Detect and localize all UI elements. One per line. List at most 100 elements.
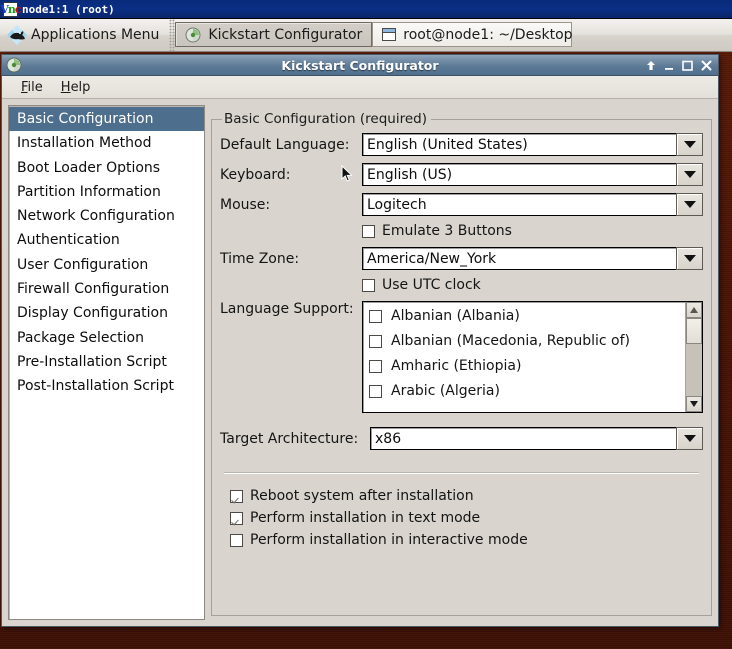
language-support-scrollbar[interactable]: [685, 302, 702, 412]
scroll-down-button[interactable]: [686, 396, 702, 412]
vnc-logo-letter-n: n: [7, 2, 16, 16]
time-zone-row: Time Zone: America/New_York: [220, 247, 703, 270]
mouse-dropdown-button[interactable]: [676, 193, 703, 216]
sidebar-item-label: Post-Installation Script: [17, 378, 174, 395]
target-architecture-label: Target Architecture:: [220, 430, 359, 447]
sidebar-item-display-configuration[interactable]: Display Configuration: [9, 301, 204, 325]
sidebar-item-post-installation-script[interactable]: Post-Installation Script: [9, 374, 204, 398]
group-title: Basic Configuration (required): [224, 111, 427, 127]
scrollbar-thumb[interactable]: [686, 318, 702, 344]
taskbar-item-kickstart-configurator[interactable]: Kickstart Configurator: [175, 22, 373, 47]
interactive-mode-installation-checkbox[interactable]: [230, 533, 243, 547]
menu-help[interactable]: Help: [52, 78, 100, 97]
window-titlebar[interactable]: Kickstart Configurator: [2, 55, 718, 76]
chevron-down-icon: [683, 141, 696, 148]
vnc-titlebar: Vnc node1:1 (root): [0, 0, 732, 19]
window-maximize-icon[interactable]: [682, 60, 693, 71]
basic-configuration-group: Basic Configuration (required) Default L…: [211, 111, 712, 616]
applications-menu-label: Applications Menu: [31, 27, 160, 43]
emulate-3-buttons-row[interactable]: Emulate 3 Buttons: [362, 223, 703, 239]
terminal-icon: [382, 28, 397, 41]
time-zone-value[interactable]: America/New_York: [362, 247, 676, 270]
keyboard-combo[interactable]: English (US): [362, 163, 703, 186]
interactive-mode-installation-row[interactable]: Perform installation in interactive mode: [230, 532, 703, 548]
scroll-up-button[interactable]: [686, 302, 702, 318]
use-utc-clock-checkbox[interactable]: [362, 278, 375, 292]
sidebar-item-label: Authentication: [17, 232, 120, 249]
keyboard-dropdown-button[interactable]: [676, 163, 703, 186]
default-language-dropdown-button[interactable]: [676, 133, 703, 156]
sidebar-item-label: Package Selection: [17, 329, 144, 346]
triangle-up-icon: [690, 307, 698, 313]
taskbar-item-label: root@node1: ~/Desktop: [403, 26, 573, 43]
language-checkbox[interactable]: [369, 384, 382, 398]
target-architecture-combo[interactable]: x86: [370, 427, 703, 450]
sidebar-item-network-configuration[interactable]: Network Configuration: [9, 204, 204, 228]
window-close-icon[interactable]: [701, 60, 712, 71]
menubar: File Help: [2, 76, 718, 99]
text-mode-installation-checkbox[interactable]: [230, 511, 243, 525]
window-body: Basic Configuration Installation Method …: [2, 99, 718, 626]
sidebar-item-installation-method[interactable]: Installation Method: [9, 131, 204, 155]
sidebar-item-package-selection[interactable]: Package Selection: [9, 326, 204, 350]
sidebar-item-authentication[interactable]: Authentication: [9, 228, 204, 252]
mouse-combo[interactable]: Logitech: [362, 193, 703, 216]
menu-file[interactable]: File: [12, 78, 52, 97]
keyboard-value[interactable]: English (US): [362, 163, 676, 186]
sidebar-item-boot-loader-options[interactable]: Boot Loader Options: [9, 156, 204, 180]
language-checkbox[interactable]: [369, 359, 382, 373]
reboot-after-installation-row[interactable]: Reboot system after installation: [230, 488, 703, 504]
xfce-mouse-icon: [6, 24, 28, 46]
sidebar-item-label: Boot Loader Options: [17, 159, 161, 176]
sidebar-item-partition-information[interactable]: Partition Information: [9, 180, 204, 204]
default-language-label: Default Language:: [220, 136, 350, 153]
text-mode-installation-row[interactable]: Perform installation in text mode: [230, 510, 703, 526]
list-item[interactable]: Albanian (Macedonia, Republic of): [369, 333, 685, 349]
mouse-value[interactable]: Logitech: [362, 193, 676, 216]
list-item[interactable]: Albanian (Albania): [369, 308, 685, 324]
interactive-mode-installation-label: Perform installation in interactive mode: [250, 532, 528, 548]
applications-menu-button[interactable]: Applications Menu: [0, 19, 169, 51]
triangle-down-icon: [690, 401, 698, 407]
emulate-3-buttons-checkbox[interactable]: [362, 224, 375, 238]
mouse-row: Mouse: Logitech: [220, 193, 703, 216]
sidebar-item-label: User Configuration: [17, 256, 149, 273]
list-item[interactable]: Arabic (Algeria): [369, 383, 685, 399]
language-support-listbox[interactable]: Albanian (Albania) Albanian (Macedonia, …: [362, 301, 703, 413]
target-architecture-dropdown-button[interactable]: [676, 427, 703, 450]
default-language-combo[interactable]: English (United States): [362, 133, 703, 156]
language-checkbox[interactable]: [369, 309, 382, 323]
sidebar-item-user-configuration[interactable]: User Configuration: [9, 253, 204, 277]
language-checkbox[interactable]: [369, 334, 382, 348]
scrollbar-track[interactable]: [686, 344, 702, 396]
vnc-logo-icon: Vnc: [0, 1, 22, 17]
time-zone-dropdown-button[interactable]: [676, 247, 703, 270]
target-architecture-value[interactable]: x86: [370, 427, 676, 450]
language-support-list[interactable]: Albanian (Albania) Albanian (Macedonia, …: [363, 302, 685, 412]
taskbar-item-terminal[interactable]: root@node1: ~/Desktop: [372, 22, 573, 47]
language-label: Arabic (Algeria): [391, 383, 500, 399]
sidebar-item-label: Installation Method: [17, 135, 152, 152]
sidebar-item-firewall-configuration[interactable]: Firewall Configuration: [9, 277, 204, 301]
use-utc-clock-label: Use UTC clock: [382, 277, 481, 293]
emulate-3-buttons-label: Emulate 3 Buttons: [382, 223, 512, 239]
use-utc-clock-row[interactable]: Use UTC clock: [362, 277, 703, 293]
sidebar-item-label: Firewall Configuration: [17, 281, 170, 298]
menu-help-rest: elp: [70, 79, 91, 95]
default-language-value[interactable]: English (United States): [362, 133, 676, 156]
language-label: Amharic (Ethiopia): [391, 358, 522, 374]
sidebar-item-pre-installation-script[interactable]: Pre-Installation Script: [9, 350, 204, 374]
settings-pane: Basic Configuration (required) Default L…: [211, 105, 712, 620]
keyboard-row: Keyboard: English (US): [220, 163, 703, 186]
window-minimize-icon[interactable]: [664, 60, 674, 71]
list-item[interactable]: Amharic (Ethiopia): [369, 358, 685, 374]
sidebar-item-label: Basic Configuration: [17, 111, 154, 127]
time-zone-combo[interactable]: America/New_York: [362, 247, 703, 270]
taskbar: Applications Menu Kickstart Configurator…: [0, 19, 732, 52]
taskbar-item-label: Kickstart Configurator: [208, 26, 363, 43]
chevron-down-icon: [683, 435, 696, 442]
reboot-after-installation-checkbox[interactable]: [230, 489, 243, 503]
window-shade-icon[interactable]: [646, 60, 656, 71]
sidebar-item-basic-configuration[interactable]: Basic Configuration: [9, 107, 204, 132]
section-list[interactable]: Basic Configuration Installation Method …: [8, 105, 205, 620]
